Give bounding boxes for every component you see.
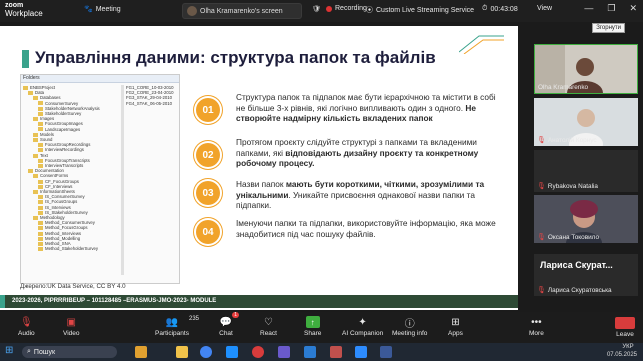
teams-icon[interactable] — [278, 346, 290, 358]
shared-slide: Управління даними: структура папок та фа… — [0, 26, 518, 310]
folder-tree-image: Folders ENBSProject Data Databases Consumer… — [20, 74, 180, 284]
people-icon: 👥 235 — [165, 316, 199, 328]
recording-indicator[interactable]: Recording — [326, 5, 367, 12]
close-icon[interactable]: ✕ — [629, 3, 637, 14]
folder-tree: ENBSProject Data Databases ConsumerSurvey St… — [23, 85, 100, 252]
file-explorer-icon[interactable] — [176, 346, 188, 358]
sparkle-icon: ✦ — [358, 316, 367, 328]
meeting-menu[interactable]: 🐾 Meeting — [84, 5, 121, 14]
stream-icon: ⦿ — [366, 7, 373, 14]
top-bar: zoom Workplace 🐾 Meeting Olha Kramarenko… — [0, 0, 643, 22]
ai-companion-button[interactable]: ✦ AI Companion — [342, 316, 383, 338]
avatar — [187, 6, 197, 16]
streaming-indicator[interactable]: ⦿ Custom Live Streaming Service — [366, 5, 474, 15]
apps-button[interactable]: ⊞ Apps — [448, 316, 463, 338]
decor-lines-icon — [459, 35, 504, 54]
step-number: 04 — [196, 220, 220, 244]
zoom-window: zoom Workplace 🐾 Meeting Olha Kramarenko… — [0, 0, 643, 361]
screen-share-pill[interactable]: Olha Kramarenko's screen — [182, 3, 302, 19]
more-icon: ••• — [531, 316, 542, 328]
minimize-icon[interactable]: — — [584, 3, 593, 14]
audio-button[interactable]: 🎙 Audio — [18, 316, 35, 338]
video-button[interactable]: ▣ Video — [63, 316, 80, 338]
participant-tile[interactable]: Лариса Скурат... 🎙 Лариса Скуратовська — [534, 254, 638, 296]
file-item: FG3_STAK_29-04-2010 — [126, 95, 173, 101]
share-icon: ↑ — [305, 316, 320, 328]
share-button[interactable]: ↑ Share — [304, 316, 321, 337]
title-accent — [22, 50, 29, 68]
folder-icon — [38, 231, 43, 236]
windows-icon[interactable]: ⊞ — [5, 345, 13, 356]
word-icon[interactable] — [304, 346, 316, 358]
mic-muted-icon: 🎙 — [537, 287, 546, 294]
heart-icon: ♡ — [264, 316, 273, 328]
step-number: 02 — [196, 143, 220, 167]
taskbar-search[interactable]: ⌕ Пошук — [22, 346, 117, 358]
timer: ⏱ 00:43:08 — [482, 5, 518, 13]
step-number: 01 — [196, 98, 220, 122]
footer-accent — [0, 295, 5, 308]
mic-muted-icon: 🎙 — [537, 234, 546, 241]
meeting-toolbar: 🎙 Audio ▣ Video 👥 235 Participants 💬 1 Cha… — [0, 312, 643, 343]
slide-title: Управління даними: структура папок та фа… — [35, 48, 436, 67]
tooltip: Згорнути — [592, 23, 625, 33]
slide-footer: 2023-2026, PIPRRRIBEUP – 101128485 –ERAS… — [0, 295, 518, 308]
powerpoint-icon[interactable] — [330, 346, 342, 358]
windows-taskbar: ⊞ ⌕ Пошук УКР 07.05.2025 — [0, 343, 643, 361]
participants-button[interactable]: 👥 235 Participants — [155, 316, 199, 337]
folder-icon — [38, 122, 43, 127]
react-button[interactable]: ♡ React — [260, 316, 277, 338]
widgets-icon[interactable] — [135, 346, 147, 358]
timer-icon: ⏱ — [482, 5, 488, 12]
file-item: FG4_STAK_06-05-2010 — [126, 100, 173, 106]
edge-icon[interactable] — [226, 346, 238, 358]
participant-tile[interactable]: 🎙 Оксана Токовило — [534, 195, 638, 243]
mic-muted-icon: 🎙 — [537, 183, 546, 190]
zoom-logo: zoom Workplace — [5, 2, 43, 18]
participant-tile[interactable]: 🎙 Rybakova Natalia — [534, 150, 638, 192]
more-button[interactable]: ••• More — [529, 316, 544, 338]
meeting-info-button[interactable]: ⓘ Meeting info — [392, 316, 427, 338]
opera-icon[interactable] — [252, 346, 264, 358]
search-icon: ⌕ — [27, 348, 31, 355]
shield-icon[interactable]: 🛡 — [312, 5, 321, 13]
image-caption: Джерело:UK Data Service, CC BY 4.0 — [20, 283, 126, 290]
tree-item: Method_StakeholderSurvey — [23, 246, 100, 251]
maximize-icon[interactable]: ❐ — [607, 3, 615, 14]
folder-icon — [33, 174, 38, 179]
app-icon[interactable] — [380, 346, 392, 358]
folder-icon — [38, 226, 43, 231]
step-number: 03 — [196, 181, 220, 205]
leave-icon — [615, 317, 635, 329]
leave-button[interactable]: Leave — [615, 317, 635, 338]
info-icon: ⓘ — [404, 318, 415, 330]
tree-scrollbar — [121, 85, 124, 275]
folder-icon — [38, 179, 43, 184]
folder-icon — [38, 247, 43, 252]
system-tray[interactable]: УКР 07.05.2025 — [607, 344, 637, 359]
file-list: FG1_CORE_10-03-2010 FG2_CORE_23-04-2010 FG… — [126, 85, 174, 106]
paw-icon: 🐾 — [84, 6, 93, 13]
chat-icon: 💬 1 — [219, 312, 239, 328]
folder-icon — [38, 205, 43, 210]
folder-icon — [38, 101, 43, 106]
folder-icon — [33, 96, 38, 101]
mic-muted-icon: 🎙 — [537, 137, 546, 144]
participant-tile[interactable]: Olha Kramarenko — [534, 44, 638, 94]
participant-tile[interactable]: 🎙 Анатолій Корнус — [534, 98, 638, 146]
folder-icon — [38, 200, 43, 205]
apps-icon: ⊞ — [451, 316, 460, 328]
zoom-icon[interactable] — [355, 346, 367, 358]
chrome-icon[interactable] — [200, 346, 212, 358]
folder-icon — [33, 153, 38, 158]
record-icon — [326, 5, 332, 12]
video-off-icon: ▣ — [66, 316, 76, 328]
mic-muted-icon: 🎙 — [19, 316, 33, 328]
chat-button[interactable]: 💬 1 Chat — [219, 312, 239, 337]
window-controls: — ❐ ✕ — [584, 3, 637, 14]
view-button[interactable]: View — [537, 5, 552, 12]
